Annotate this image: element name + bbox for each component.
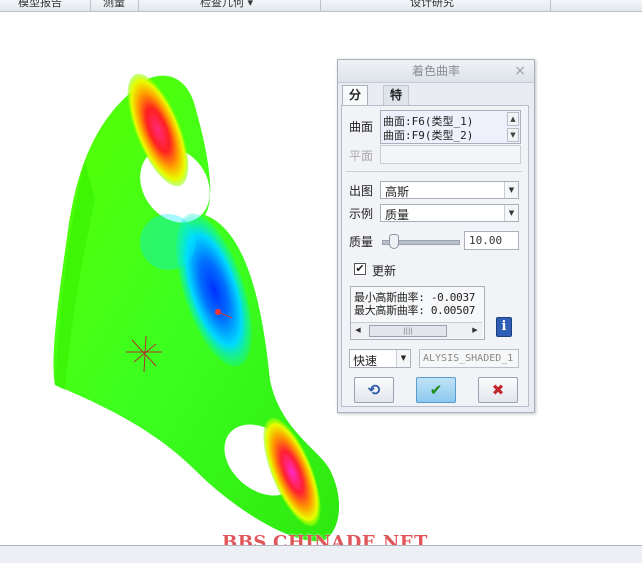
list-item[interactable]: 曲面:F9(类型_2) [383, 127, 473, 143]
example-value: 质量 [385, 208, 410, 222]
divider [346, 171, 522, 172]
shaded-curvature-dialog: 着色曲率 × 分析 特征 曲面 曲面:F6(类型_1) 曲面:F9(类型_2) … [337, 59, 535, 413]
output-type-select[interactable]: 高斯 ▼ [380, 181, 519, 199]
analysis-name-input[interactable]: ALYSIS_SHADED_1 [419, 349, 519, 368]
list-scrollbar[interactable]: ▲ ▼ [507, 112, 519, 142]
chevron-down-icon[interactable]: ▼ [396, 350, 410, 367]
up-arrow-icon[interactable]: ▲ [507, 112, 519, 126]
chevron-down-icon[interactable]: ▼ [504, 205, 518, 221]
output-type-value: 高斯 [385, 185, 410, 199]
cross-icon: ✖ [491, 381, 505, 399]
surface-collector-list[interactable]: 曲面:F6(类型_1) 曲面:F9(类型_2) ▲ ▼ [380, 110, 521, 144]
surface-label: 曲面 [349, 120, 374, 134]
model-cyan-patch [140, 214, 196, 270]
tab-analysis[interactable]: 分析 [342, 85, 369, 121]
status-bar [0, 545, 642, 563]
quality-label: 质量 [349, 235, 374, 249]
dialog-title-bar[interactable]: 着色曲率 × [338, 60, 534, 83]
repaint-button[interactable]: ⟲ [354, 377, 394, 403]
cancel-button[interactable]: ✖ [478, 377, 518, 403]
quality-slider-handle[interactable] [388, 234, 399, 249]
tab-feature[interactable]: 特征 [383, 85, 410, 121]
update-checkbox[interactable]: ✔ [354, 263, 366, 275]
left-arrow-icon[interactable]: ◀ [352, 324, 364, 337]
curvature-shaded-model[interactable] [0, 0, 642, 562]
speed-value: 快速 [353, 354, 378, 368]
result-box: 最小高斯曲率: -0.0037 最大高斯曲率: 0.00507 ◀ |||| ▶ [350, 286, 485, 340]
dialog-title: 着色曲率 [411, 64, 460, 78]
example-select[interactable]: 质量 ▼ [380, 204, 519, 222]
result-horizontal-scrollbar[interactable]: ◀ |||| ▶ [351, 322, 482, 338]
output-label: 出图 [349, 184, 374, 198]
right-arrow-icon[interactable]: ▶ [469, 324, 481, 337]
analysis-panel: 曲面 曲面:F6(类型_1) 曲面:F9(类型_2) ▲ ▼ 平面 出图 高斯 … [341, 105, 529, 407]
info-icon[interactable]: i [496, 317, 512, 337]
check-icon: ✔ [429, 381, 443, 399]
scrollbar-thumb[interactable]: |||| [369, 325, 447, 337]
quality-value-input[interactable]: 10.00 [464, 231, 519, 250]
plane-label: 平面 [349, 149, 374, 163]
down-arrow-icon[interactable]: ▼ [507, 128, 519, 142]
max-gaussian-curvature: 最大高斯曲率: 0.00507 [354, 304, 476, 317]
example-label: 示例 [349, 207, 374, 221]
update-label: 更新 [372, 264, 397, 278]
ok-button[interactable]: ✔ [416, 377, 456, 403]
chevron-down-icon[interactable]: ▼ [504, 182, 518, 198]
repaint-icon: ⟲ [367, 381, 381, 399]
plane-collector[interactable] [380, 145, 521, 164]
speed-select[interactable]: 快速 ▼ [349, 349, 411, 368]
close-icon[interactable]: × [514, 60, 526, 82]
